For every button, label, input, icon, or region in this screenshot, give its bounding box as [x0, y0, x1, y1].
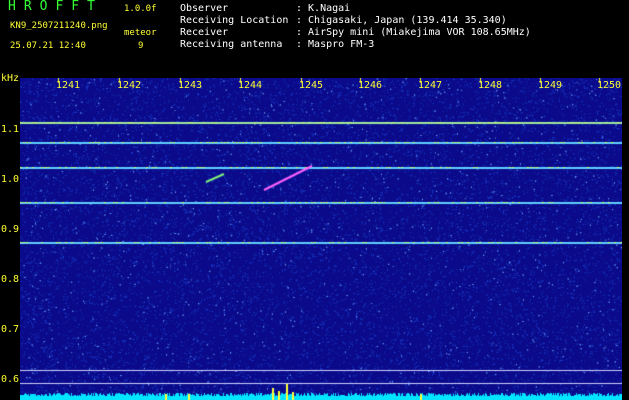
y-tick-label: 1.0 [1, 174, 20, 185]
y-tick-label: 0.8 [1, 274, 20, 285]
location-label: Receiving Location [180, 15, 289, 26]
receiver-value: : AirSpy mini (Miakejima VOR 108.65MHz) [296, 27, 531, 38]
x-tick-label: 1248 [478, 80, 503, 91]
y-tick-label: 0.9 [1, 224, 20, 235]
x-tick-label: 1246 [358, 80, 383, 91]
x-tick-label: 1250 [597, 80, 622, 91]
antenna-label: Receiving antenna [180, 39, 283, 50]
x-tick-label: 1245 [299, 80, 324, 91]
y-tick-label: 1.1 [1, 124, 20, 135]
observer-label: Observer [180, 3, 229, 14]
x-tick-label: 1244 [238, 80, 263, 91]
x-tick-label: 1249 [538, 80, 563, 91]
observer-value: : K.Nagai [296, 3, 351, 14]
meteor-count-value: 9 [138, 41, 144, 51]
app-version: 1.0.0f [124, 4, 157, 14]
spectrogram-canvas [20, 78, 622, 400]
x-tick-label: 1241 [56, 80, 81, 91]
receiver-label: Receiver [180, 27, 229, 38]
y-axis-unit: kHz [1, 73, 20, 84]
meteor-count-label: meteor [124, 28, 157, 38]
hrofft-window: HROFFT 1.0.0f KN9_2507211240.png meteor … [0, 0, 629, 400]
x-tick-label: 1242 [117, 80, 142, 91]
location-value: : Chigasaki, Japan (139.414 35.340) [296, 15, 507, 26]
app-title: HROFFT [8, 0, 103, 14]
observation-datetime: 25.07.21 12:40 [10, 41, 86, 51]
image-filename: KN9_2507211240.png [10, 21, 108, 31]
x-tick-label: 1243 [178, 80, 203, 91]
x-tick-label: 1247 [418, 80, 443, 91]
y-tick-label: 0.6 [1, 374, 20, 385]
spectrogram-panel [20, 78, 622, 400]
antenna-value: : Maspro FM-3 [296, 39, 375, 50]
y-tick-label: 0.7 [1, 324, 20, 335]
